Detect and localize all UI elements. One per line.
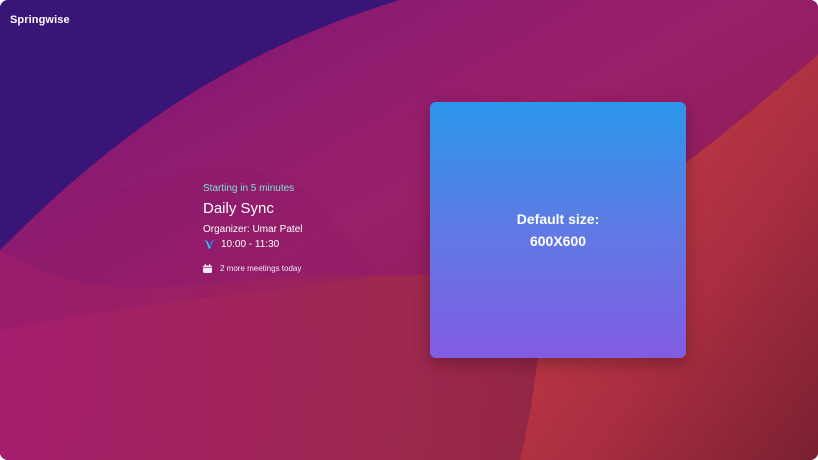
wallpaper-background	[0, 0, 818, 460]
brand-logo: Springwise	[10, 14, 70, 26]
webex-icon	[204, 240, 215, 249]
calendar-icon	[203, 264, 212, 273]
meeting-info: Starting in 5 minutes Daily Sync Organiz…	[203, 182, 302, 273]
meeting-status: Starting in 5 minutes	[203, 183, 295, 194]
more-meetings-text: 2 more meetings today	[220, 264, 302, 273]
meeting-title: Daily Sync	[203, 200, 274, 217]
more-meetings-row: 2 more meetings today	[203, 264, 302, 273]
default-size-tile: Default size: 600X600	[430, 102, 686, 358]
tile-line-2: 600X600	[529, 233, 587, 249]
tile-line-1: Default size:	[516, 211, 600, 227]
meeting-time: 10:00 - 11:30	[221, 239, 280, 250]
device-screen: Springwise Starting in 5 minutes Daily S…	[0, 0, 818, 460]
meeting-time-row: 10:00 - 11:30	[203, 239, 302, 250]
meeting-organizer: Organizer: Umar Patel	[203, 224, 303, 235]
